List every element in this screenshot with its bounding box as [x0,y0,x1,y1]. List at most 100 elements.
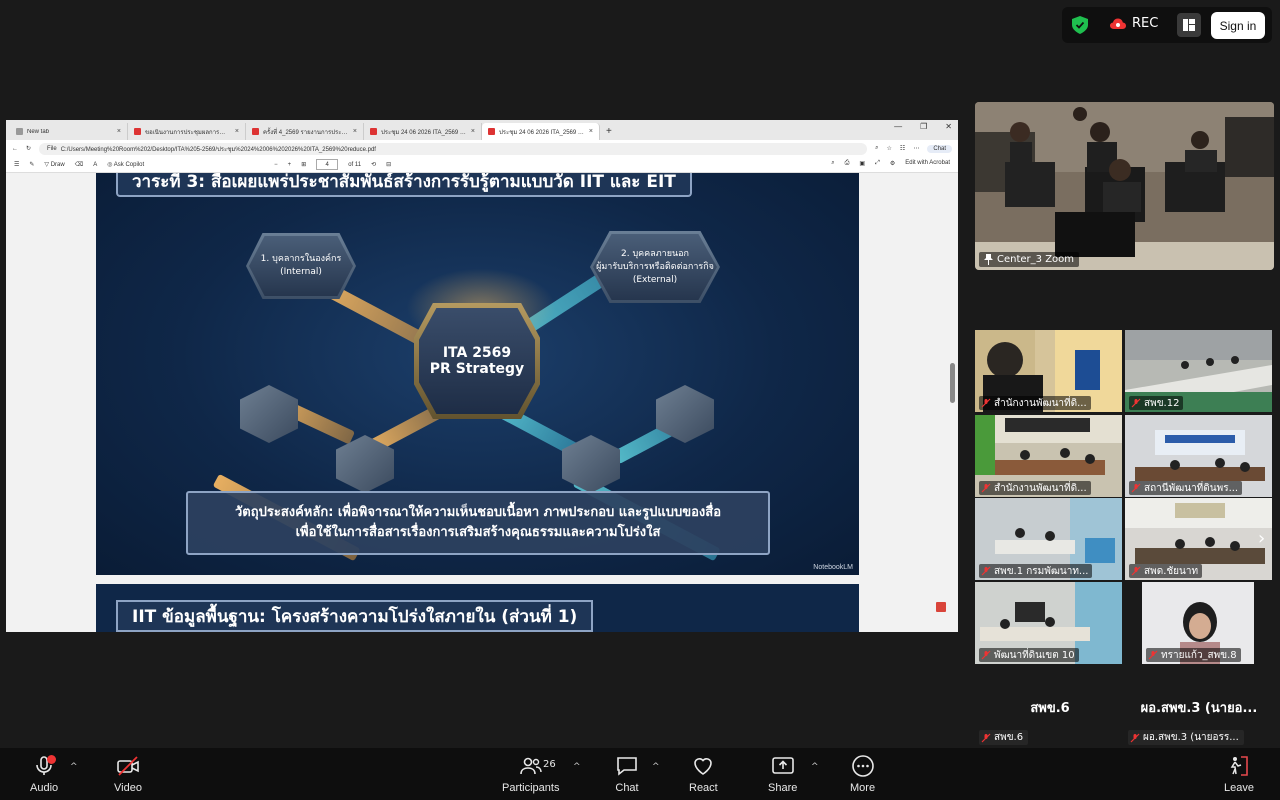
layout-icon [1183,19,1195,31]
zoom-in-icon[interactable]: + [288,162,292,168]
share-screen-icon [771,757,794,774]
top-status-bar: REC Sign in [1062,7,1272,43]
objective-box: วัตถุประสงค์หลัก: เพื่อพิจารณาให้ความเห็… [186,491,770,555]
ask-copilot-button[interactable]: ◎ Ask Copilot [107,161,144,168]
browser-tab[interactable]: ครั้งที่ 4_2569 รายงานการประชุม เพื่อ × [246,123,364,140]
participants-options-caret[interactable]: ^ [573,762,581,772]
copilot-chat-button[interactable]: Chat [927,144,952,153]
pdf-scrollbar[interactable] [950,363,955,403]
close-icon[interactable]: × [117,128,121,135]
acrobat-icon[interactable] [936,602,946,612]
browser-tab[interactable]: ประชุม 24 06 2026 ITA_2569 reduce × [364,123,482,140]
close-window-icon[interactable]: ✕ [945,122,952,131]
collections-icon[interactable]: ☷ [900,145,905,152]
view-icon[interactable]: ⊟ [386,161,391,168]
muted-mic-icon [981,650,991,660]
share-options-caret[interactable]: ^ [811,762,819,772]
muted-mic-icon [1130,733,1140,742]
camera-off-name: ผอ.สพข.3 (นายอ... [1138,697,1260,718]
next-slide-title: IIT ข้อมูลพื้นฐาน: โครงสร้างความโปร่งใสภ… [116,600,594,632]
print-icon[interactable]: ⎙ [845,160,850,167]
participant-name-label: สพด.ชัยนาท [1129,564,1203,578]
shield-icon[interactable] [1072,16,1088,34]
url-prefix: File [47,145,57,152]
fit-icon[interactable]: ⊞ [301,161,306,168]
url-field[interactable]: File C:/Users/Meeting%20Room%202/Desktop… [39,142,868,155]
sign-in-button[interactable]: Sign in [1211,12,1265,39]
chat-options-caret[interactable]: ^ [652,762,660,772]
participant-tile[interactable]: สำนักงานพัฒนาที่ดิ... [975,415,1122,497]
restore-icon[interactable]: ❐ [920,122,927,131]
chat-button[interactable]: Chat [615,754,639,794]
share-button[interactable]: Share [768,754,797,794]
settings-icon[interactable]: ⚙ [890,160,895,167]
save-icon[interactable]: ▣ [859,160,865,167]
back-icon[interactable]: ← [12,146,18,152]
shared-screen: New tab × ขอเนินงานการประชุมผลการดำเนินงา… [6,120,958,632]
close-icon[interactable]: × [235,128,239,135]
participants-icon [519,757,542,775]
participant-tile[interactable]: สพด.ชัยนาท [1125,498,1272,580]
participant-name-label: ทรายแก้ว_สพข.8 [1146,648,1241,662]
rotate-icon[interactable]: ⟲ [371,161,376,168]
search-icon[interactable]: ⌕ [831,160,834,167]
expand-icon[interactable]: ⤢ [875,160,880,167]
close-icon[interactable]: × [471,128,475,135]
participant-tile[interactable]: สพข.1 กรมพัฒนาท... [975,498,1122,580]
page-total: of 11 [348,161,362,168]
pdf-icon [134,128,141,135]
participant-name: พัฒนาที่ดินเขต 10 [994,649,1075,661]
video-off-icon [117,756,139,776]
participant-name: ทรายแก้ว_สพข.8 [1161,649,1237,661]
pdf-viewer[interactable]: วาระที่ 3: สื่อเผยแพร่ประชาสัมพันธ์สร้าง… [6,173,958,632]
audio-options-caret[interactable]: ^ [70,762,78,772]
eraser-icon[interactable]: ⌫ [75,161,83,168]
participant-tile[interactable]: สพข.12 [1125,330,1272,412]
next-page-arrow[interactable]: › [1258,528,1265,549]
participant-tile[interactable]: สถานีพัฒนาที่ดินพร... [1125,415,1272,497]
browser-tab-active[interactable]: ประชุม 24 06 2026 ITA_2569 reduce × [482,123,600,140]
draw-button[interactable]: ▽ Draw [44,161,64,168]
highlight-icon[interactable]: ✎ [29,161,34,168]
new-tab-button[interactable]: + [600,123,618,140]
center-line1: ITA 2569 [442,345,512,361]
text-icon[interactable]: A [93,162,97,168]
external-line2: ผู้มารับบริการหรือติดต่อการกิจ [596,261,714,272]
close-icon[interactable]: × [589,128,593,135]
page-number-input[interactable]: 4 [316,159,339,170]
refresh-icon[interactable]: ↻ [26,145,31,152]
more-icon[interactable]: ⋯ [913,145,919,152]
leave-button[interactable]: Leave [1224,754,1254,794]
pdf-icon [488,128,495,135]
zoom-icon[interactable]: ⌕ [875,145,878,152]
close-icon[interactable]: × [353,128,357,135]
edit-with-acrobat-button[interactable]: Edit with Acrobat [905,160,950,167]
zoom-out-icon[interactable]: − [274,162,278,168]
pdf-icon [252,128,259,135]
participant-tile[interactable]: ทรายแก้ว_สพข.8 [1142,582,1254,664]
favorite-icon[interactable]: ☆ [887,145,892,152]
tab-label: ประชุม 24 06 2026 ITA_2569 reduce [499,129,585,136]
more-label: More [850,782,876,794]
participant-name: สำนักงานพัฒนาที่ดิ... [994,397,1087,409]
objective-line1: วัตถุประสงค์หลัก: เพื่อพิจารณาให้ความเห็… [234,505,722,520]
rec-label: REC [1132,16,1159,31]
react-button[interactable]: React [689,754,718,794]
video-button[interactable]: Video [114,754,142,794]
audio-label: Audio [30,782,59,794]
muted-mic-icon [981,733,991,742]
contents-icon[interactable]: ☰ [14,161,19,168]
unit-node-salk: สลก. [240,385,298,443]
more-button[interactable]: More [850,754,875,794]
browser-tab[interactable]: New tab × [10,123,128,140]
url-text: C:/Users/Meeting%20Room%202/Desktop/ITA%… [60,146,376,153]
view-layout-button[interactable] [1177,13,1201,37]
leave-icon [1230,756,1248,776]
minimize-icon[interactable]: — [894,122,902,131]
browser-tab[interactable]: ขอเนินงานการประชุมผลการดำเนินงานITAครั้ง… [128,123,246,140]
participant-tile[interactable]: สำนักงานพัฒนาที่ดิ... [975,330,1122,412]
featured-video-tile[interactable]: Center_3 Zoom [975,102,1274,270]
objective-line2: เพื่อใช้ในการสื่อสารเรื่องการเสริมสร้างค… [295,525,661,540]
recording-indicator[interactable]: REC [1110,16,1158,31]
participant-tile[interactable]: พัฒนาที่ดินเขต 10 [975,582,1122,664]
